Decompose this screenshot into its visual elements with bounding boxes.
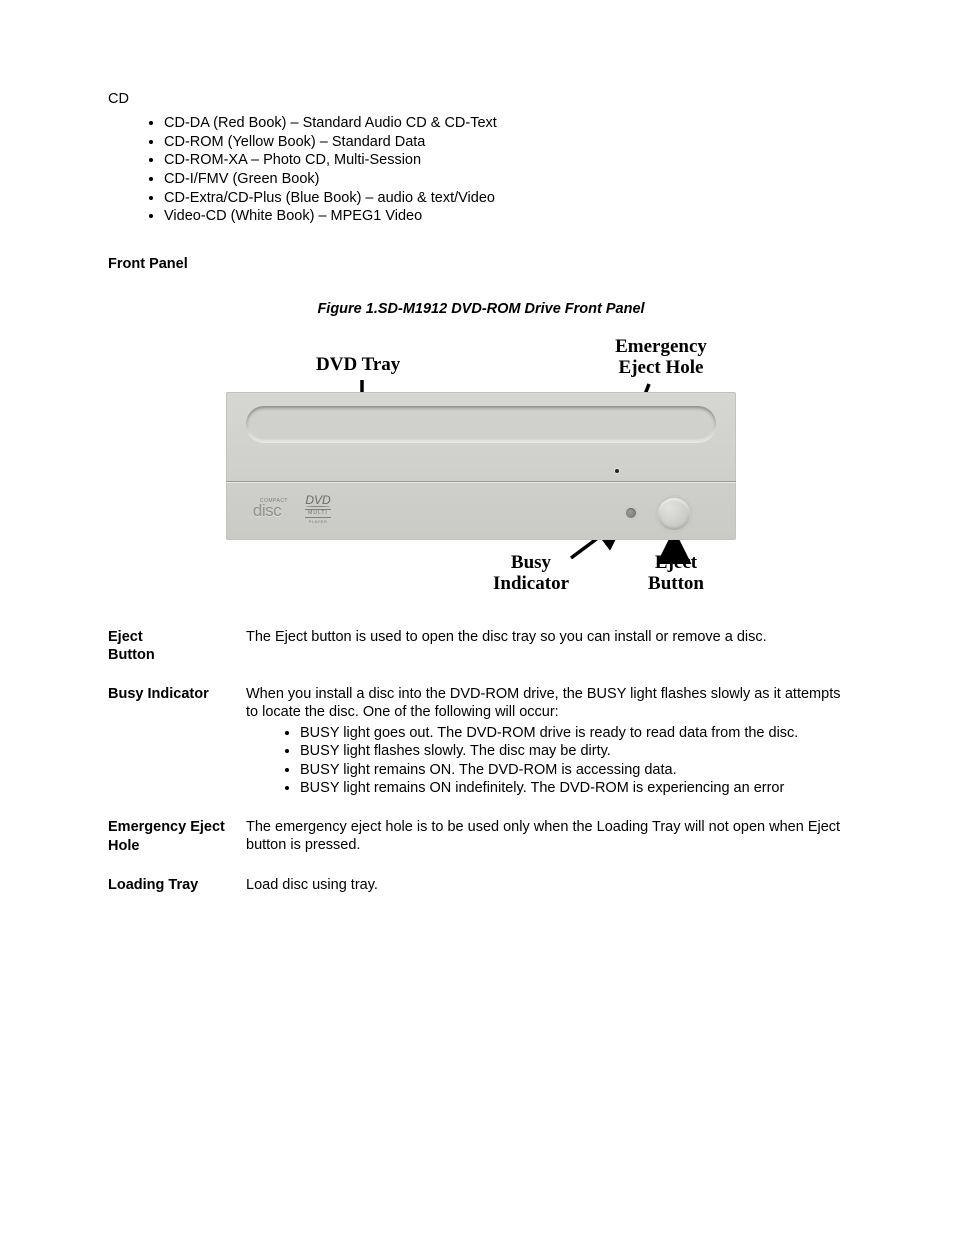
- definition-row: Busy Indicator When you install a disc i…: [108, 685, 854, 798]
- list-item: CD-ROM-XA – Photo CD, Multi-Session: [164, 151, 854, 169]
- list-item: CD-Extra/CD-Plus (Blue Book) – audio & t…: [164, 189, 854, 207]
- logo-disc-text: disc: [253, 502, 281, 519]
- list-item: BUSY light flashes slowly. The disc may …: [300, 742, 854, 760]
- logo-dvd-text: DVD: [305, 494, 330, 506]
- label-emergency-eject-hole: Emergency Eject Hole: [596, 336, 726, 379]
- definition-row: Loading Tray Load disc using tray.: [108, 876, 854, 895]
- definition-body: When you install a disc into the DVD-ROM…: [246, 685, 854, 798]
- logo-player-text: PLAYER: [309, 519, 328, 524]
- list-item: CD-ROM (Yellow Book) – Standard Data: [164, 133, 854, 151]
- definition-text: Load disc using tray.: [246, 877, 378, 893]
- list-item: CD-DA (Red Book) – Standard Audio CD & C…: [164, 114, 854, 132]
- eject-button-icon: [658, 498, 690, 530]
- definition-term: Emergency Eject Hole: [108, 818, 246, 856]
- definition-body: The emergency eject hole is to be used o…: [246, 818, 854, 854]
- label-eject-button: Eject Button: [636, 552, 716, 595]
- definition-body: Load disc using tray.: [246, 876, 854, 894]
- emergency-eject-hole-icon: [615, 469, 619, 473]
- divider: [226, 481, 736, 483]
- definition-term: Loading Tray: [108, 876, 246, 895]
- cd-heading: CD: [108, 90, 854, 108]
- definition-text: When you install a disc into the DVD-ROM…: [246, 686, 840, 720]
- list-item: BUSY light remains ON. The DVD-ROM is ac…: [300, 761, 854, 779]
- compact-disc-logo-icon: COMPACT disc: [244, 495, 290, 523]
- label-dvd-tray: DVD Tray: [316, 354, 400, 375]
- definition-text: The Eject button is used to open the dis…: [246, 629, 767, 645]
- definitions-table: Eject Button The Eject button is used to…: [108, 628, 854, 895]
- list-item: BUSY light goes out. The DVD-ROM drive i…: [300, 724, 854, 742]
- dvd-tray-icon: [246, 406, 716, 442]
- list-item: CD-I/FMV (Green Book): [164, 170, 854, 188]
- logo-multi-text: MULTI: [305, 509, 331, 518]
- busy-indicator-icon: [626, 508, 636, 518]
- dvd-multi-logo-icon: DVD MULTI PLAYER: [298, 494, 338, 524]
- figure-caption: Figure 1.SD-M1912 DVD-ROM Drive Front Pa…: [108, 300, 854, 318]
- list-item: Video-CD (White Book) – MPEG1 Video: [164, 207, 854, 225]
- definition-bullets: BUSY light goes out. The DVD-ROM drive i…: [246, 724, 854, 798]
- cd-format-list: CD-DA (Red Book) – Standard Audio CD & C…: [108, 114, 854, 225]
- definition-text: The emergency eject hole is to be used o…: [246, 819, 840, 853]
- list-item: BUSY light remains ON indefinitely. The …: [300, 779, 854, 797]
- definition-row: Emergency Eject Hole The emergency eject…: [108, 818, 854, 856]
- label-busy-indicator: Busy Indicator: [486, 552, 576, 595]
- front-panel-figure: DVD Tray Emergency Eject Hole Busy Indic…: [226, 334, 736, 598]
- definition-row: Eject Button The Eject button is used to…: [108, 628, 854, 666]
- media-logos: COMPACT disc DVD MULTI PLAYER: [244, 494, 338, 524]
- definition-term: Busy Indicator: [108, 685, 246, 704]
- front-panel-heading: Front Panel: [108, 255, 854, 273]
- definition-body: The Eject button is used to open the dis…: [246, 628, 854, 646]
- definition-term: Eject Button: [108, 628, 246, 666]
